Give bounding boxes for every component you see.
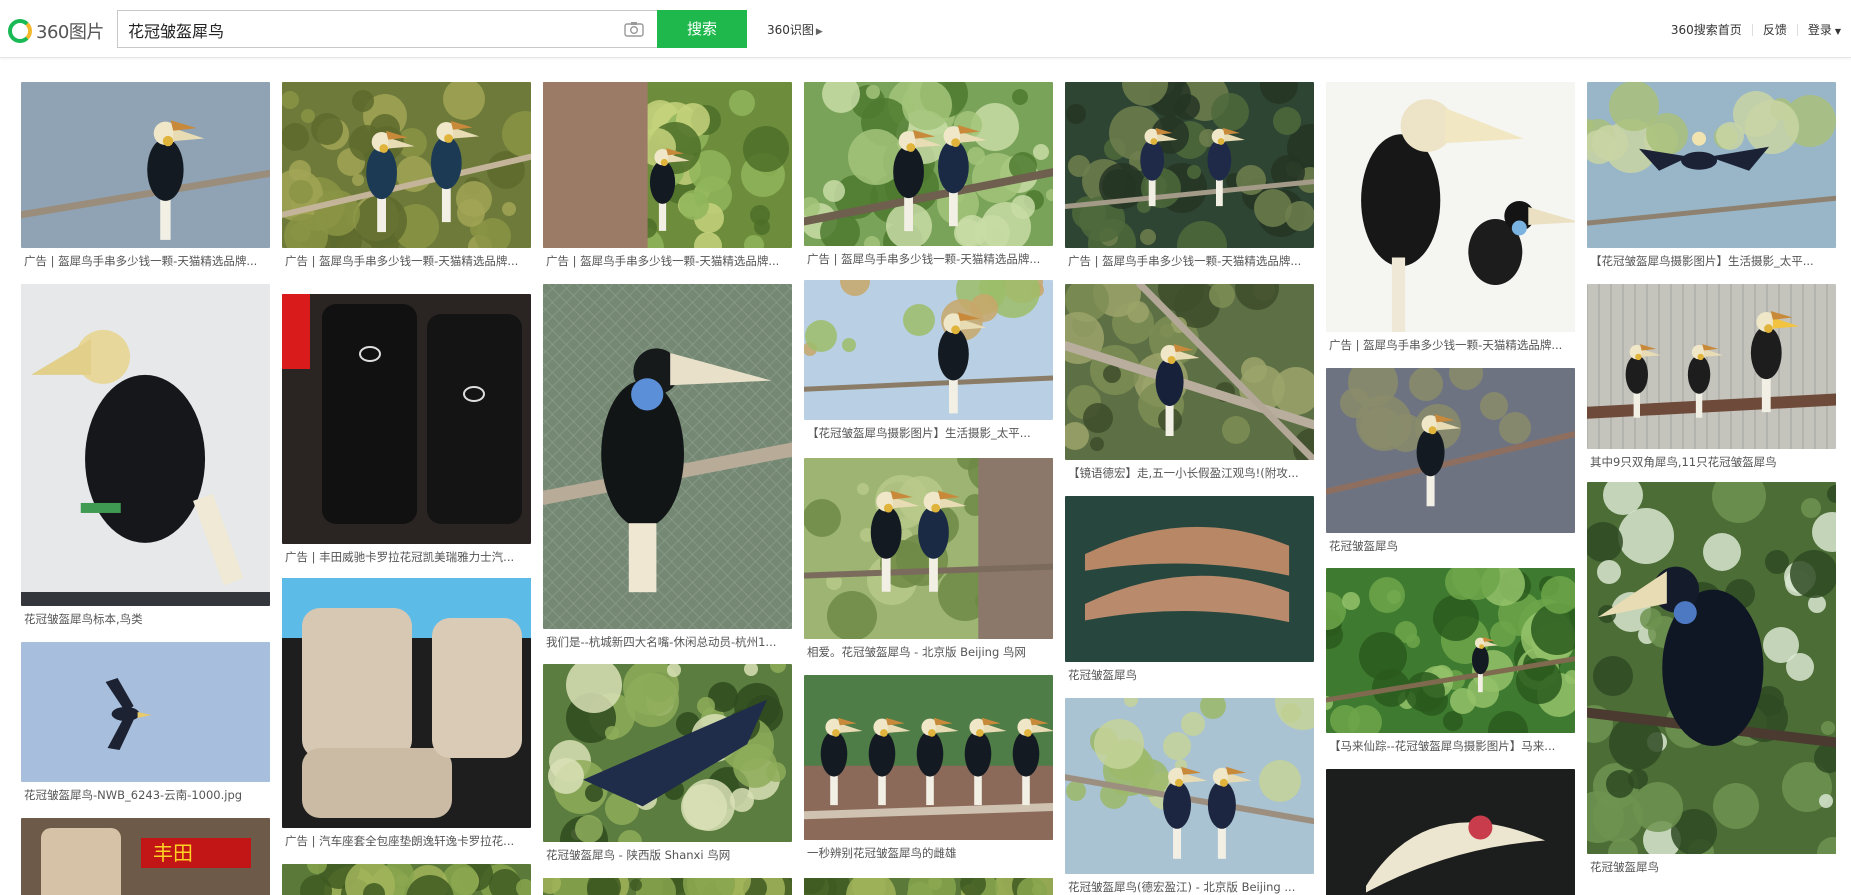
image-thumbnail[interactable] [804,280,1053,420]
image-thumbnail[interactable] [21,284,270,606]
camera-icon[interactable] [624,21,644,37]
image-caption[interactable]: 【马来仙踪--花冠皱盔犀鸟摄影图片】马来... [1326,738,1575,754]
image-card[interactable] [1326,769,1575,895]
image-caption[interactable]: 花冠皱盔犀鸟(德宏盈江) - 北京版 Beijing ... [1065,879,1314,895]
shitu-label: 360识图 [767,23,814,37]
image-card[interactable]: 广告 | 盔犀鸟手串多少钱一颗-天猫精选品牌... [543,82,792,269]
image-thumbnail[interactable] [804,458,1053,639]
image-caption[interactable]: 广告 | 盔犀鸟手串多少钱一颗-天猫精选品牌... [282,253,531,269]
logo-ring-icon [8,19,32,43]
image-card[interactable]: 广告 | 丰田威驰卡罗拉花冠凯美瑞雅力士汽... [282,294,531,565]
image-caption[interactable]: 广告 | 汽车座套全包座垫朗逸轩逸卡罗拉花... [282,833,531,849]
image-card[interactable]: 一秒辨别花冠皱盔犀鸟的雌雄 [804,675,1053,861]
image-caption[interactable]: 【花冠皱盔犀鸟摄影图片】生活摄影_太平... [1587,253,1836,269]
chevron-down-icon: ▼ [1834,27,1841,36]
link-feedback[interactable]: 反馈 [1753,21,1797,38]
image-card[interactable] [804,878,1053,895]
image-card[interactable]: 【花冠皱盔犀鸟摄影图片】生活摄影_太平... [804,280,1053,441]
image-card[interactable]: 广告 | 汽车座套全包座垫朗逸轩逸卡罗拉花... [282,578,531,849]
link-login[interactable]: 登录 ▼ [1798,21,1851,38]
image-card[interactable]: 花冠皱盔犀鸟 [1326,368,1575,554]
image-caption[interactable]: 【镜语德宏】走,五一小长假盈江观鸟!(附攻... [1065,465,1314,481]
image-card[interactable]: 广告 | 盔犀鸟手串多少钱一颗-天猫精选品牌... [21,82,270,269]
image-card[interactable]: 【马来仙踪--花冠皱盔犀鸟摄影图片】马来... [1326,568,1575,754]
image-thumbnail[interactable] [1326,82,1575,332]
image-thumbnail[interactable] [282,294,531,544]
image-card[interactable]: 【镜语德宏】走,五一小长假盈江观鸟!(附攻... [1065,284,1314,481]
shitu-link[interactable]: 360识图 ▶ [767,21,823,38]
image-card[interactable]: 花冠皱盔犀鸟 - 陕西版 Shanxi 鸟网 [543,664,792,863]
image-thumbnail[interactable] [1326,368,1575,533]
image-card[interactable]: 广告 | 盔犀鸟手串多少钱一颗-天猫精选品牌... [804,82,1053,267]
image-thumbnail[interactable] [1326,769,1575,895]
image-thumbnail[interactable] [21,642,270,782]
image-caption[interactable]: 广告 | 盔犀鸟手串多少钱一颗-天猫精选品牌... [1326,337,1575,353]
image-thumbnail[interactable] [1065,284,1314,460]
image-thumbnail[interactable] [1065,496,1314,662]
image-thumbnail[interactable] [543,664,792,842]
image-thumbnail[interactable] [282,578,531,828]
search-input[interactable] [128,18,608,42]
image-caption[interactable]: 广告 | 盔犀鸟手串多少钱一颗-天猫精选品牌... [21,253,270,269]
image-thumbnail[interactable] [1065,698,1314,874]
image-thumbnail[interactable] [804,675,1053,840]
image-thumbnail[interactable] [282,82,531,248]
triangle-right-icon: ▶ [815,27,823,37]
image-caption[interactable]: 花冠皱盔犀鸟 [1587,859,1836,875]
image-card[interactable]: 花冠皱盔犀鸟标本,鸟类 [21,284,270,627]
image-caption[interactable]: 广告 | 盔犀鸟手串多少钱一颗-天猫精选品牌... [804,251,1053,267]
top-links: 360搜索首页 反馈 登录 ▼ [1661,21,1851,38]
image-caption[interactable]: 广告 | 盔犀鸟手串多少钱一颗-天猫精选品牌... [1065,253,1314,269]
image-thumbnail[interactable] [543,82,792,248]
image-caption[interactable]: 其中9只双角犀鸟,11只花冠皱盔犀鸟 [1587,454,1836,470]
image-caption[interactable]: 花冠皱盔犀鸟-NWB_6243-云南-1000.jpg [21,787,270,803]
image-caption[interactable]: 花冠皱盔犀鸟标本,鸟类 [21,611,270,627]
image-card[interactable]: 广告 | 盔犀鸟手串多少钱一颗-天猫精选品牌... [1326,82,1575,353]
image-card[interactable]: 花冠皱盔犀鸟 [1587,482,1836,875]
image-card[interactable]: 广告 | 盔犀鸟手串多少钱一颗-天猫精选品牌... [282,82,531,269]
image-card[interactable] [543,878,792,895]
image-card[interactable]: 其中9只双角犀鸟,11只花冠皱盔犀鸟 [1587,284,1836,470]
image-card[interactable] [282,864,531,895]
image-thumbnail[interactable] [543,284,792,629]
image-card[interactable]: 花冠皱盔犀鸟(德宏盈江) - 北京版 Beijing ... [1065,698,1314,895]
login-label: 登录 [1807,23,1832,37]
svg-text:丰田: 丰田 [153,841,193,865]
top-bar: 360图片 搜索 360识图▶ 360搜索首页 反馈 登录▼ [0,0,1851,58]
image-card[interactable]: 花冠皱盔犀鸟-NWB_6243-云南-1000.jpg [21,642,270,803]
logo-text: 360图片 [36,22,104,43]
image-thumbnail[interactable] [1587,284,1836,449]
image-card[interactable]: 相爱。花冠皱盔犀鸟 - 北京版 Beijing 鸟网 [804,458,1053,660]
image-card[interactable]: 丰田 [21,818,270,895]
image-caption[interactable]: 一秒辨别花冠皱盔犀鸟的雌雄 [804,845,1053,861]
image-thumbnail[interactable] [282,864,531,895]
image-caption[interactable]: 广告 | 丰田威驰卡罗拉花冠凯美瑞雅力士汽... [282,549,531,565]
logo-360-image[interactable]: 360图片 [8,18,104,44]
image-card[interactable]: 我们是--杭城新四大名嘴-休闲总动员-杭州1... [543,284,792,650]
image-caption[interactable]: 【花冠皱盔犀鸟摄影图片】生活摄影_太平... [804,425,1053,441]
image-thumbnail[interactable] [1326,568,1575,733]
image-caption[interactable]: 花冠皱盔犀鸟 - 陕西版 Shanxi 鸟网 [543,847,792,863]
image-thumbnail[interactable] [804,82,1053,246]
image-thumbnail[interactable]: 丰田 [21,818,270,895]
search-button[interactable]: 搜索 [657,10,747,48]
image-caption[interactable]: 广告 | 盔犀鸟手串多少钱一颗-天猫精选品牌... [543,253,792,269]
image-thumbnail[interactable] [1587,82,1836,248]
image-thumbnail[interactable] [543,878,792,895]
image-card[interactable]: 花冠皱盔犀鸟 [1065,496,1314,683]
image-caption[interactable]: 相爱。花冠皱盔犀鸟 - 北京版 Beijing 鸟网 [804,644,1053,660]
image-thumbnail[interactable] [804,878,1053,895]
image-card[interactable]: 【花冠皱盔犀鸟摄影图片】生活摄影_太平... [1587,82,1836,269]
image-grid: 广告 | 盔犀鸟手串多少钱一颗-天猫精选品牌... 花冠皱盔犀鸟标本,鸟类 花冠… [21,82,1841,895]
image-caption[interactable]: 我们是--杭城新四大名嘴-休闲总动员-杭州1... [543,634,792,650]
image-card[interactable]: 广告 | 盔犀鸟手串多少钱一颗-天猫精选品牌... [1065,82,1314,269]
image-thumbnail[interactable] [1587,482,1836,854]
link-360-search-home[interactable]: 360搜索首页 [1661,21,1752,38]
image-thumbnail[interactable] [1065,82,1314,248]
image-caption[interactable]: 花冠皱盔犀鸟 [1065,667,1314,683]
image-caption[interactable]: 花冠皱盔犀鸟 [1326,538,1575,554]
search-box [117,10,657,48]
image-thumbnail[interactable] [21,82,270,248]
